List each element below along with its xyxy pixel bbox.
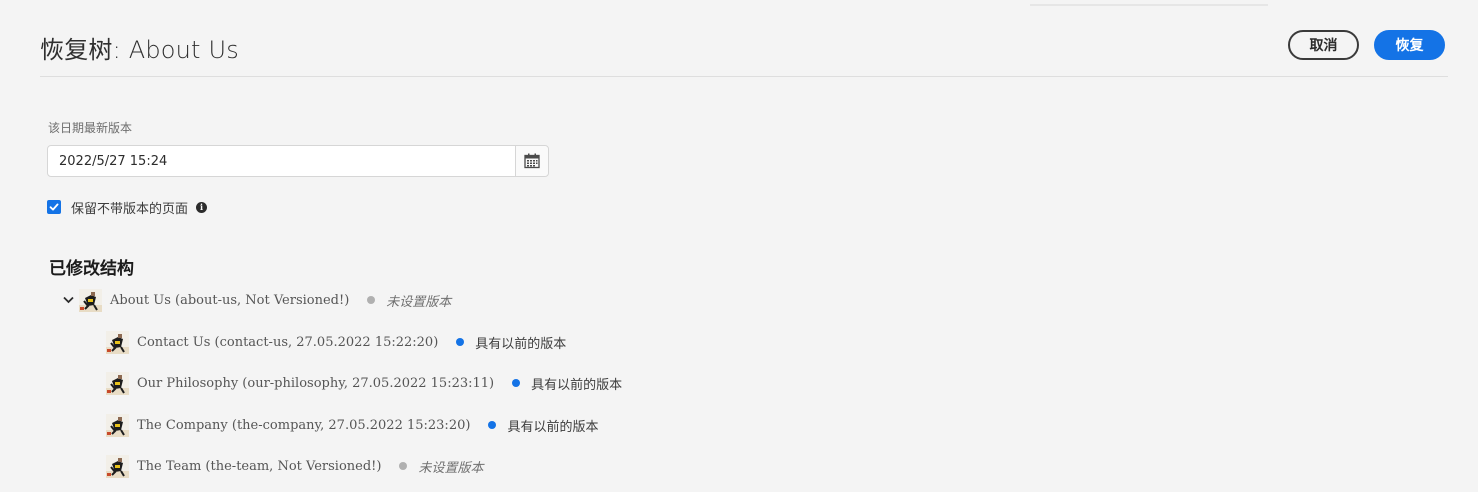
preserve-unversioned-row: 保留不带版本的页面 i xyxy=(47,197,208,217)
info-icon[interactable]: i xyxy=(196,201,208,213)
calendar-icon xyxy=(524,153,540,169)
status-label: 具有以前的版本 xyxy=(475,336,567,352)
page-thumbnail-icon xyxy=(106,371,129,395)
status-label: 具有以前的版本 xyxy=(531,377,623,393)
tree-node-contact-us[interactable]: Contact Us (contact-us, 27.05.2022 15:22… xyxy=(106,330,566,354)
modified-structure-heading: 已修改结构 xyxy=(49,259,134,279)
page-thumbnail-icon xyxy=(106,413,129,437)
status-dot xyxy=(456,338,465,346)
cancel-button[interactable]: 取消 xyxy=(1288,30,1359,60)
status-dot xyxy=(512,379,521,387)
page-title: 恢复树: About Us xyxy=(40,36,239,64)
status-dot xyxy=(399,462,408,470)
tree-node-the-company[interactable]: The Company (the-company, 27.05.2022 15:… xyxy=(106,413,598,437)
page-thumbnail-icon xyxy=(106,454,129,478)
tree-node-our-philosophy[interactable]: Our Philosophy (our-philosophy, 27.05.20… xyxy=(106,371,622,395)
page-thumbnail-icon xyxy=(79,288,102,312)
top-bar-edge xyxy=(1030,4,1268,6)
tree-node-about-us[interactable]: About Us (about-us, Not Versioned!) 未设置版… xyxy=(62,288,451,312)
preserve-unversioned-checkbox[interactable] xyxy=(47,200,61,214)
tree-node-the-team[interactable]: The Team (the-team, Not Versioned!) 未设置版… xyxy=(106,454,483,478)
chevron-down-icon[interactable] xyxy=(62,294,74,306)
status-dot xyxy=(488,421,497,429)
status-dot xyxy=(367,296,376,304)
page-header: 恢复树: About Us 取消 恢复 xyxy=(40,22,1448,77)
tree-node-label[interactable]: Our Philosophy (our-philosophy, 27.05.20… xyxy=(137,376,494,391)
tree-node-label[interactable]: Contact Us (contact-us, 27.05.2022 15:22… xyxy=(137,335,438,350)
date-input[interactable] xyxy=(48,146,516,176)
page-thumbnail-icon xyxy=(106,330,129,354)
checkmark-icon xyxy=(49,203,59,211)
date-field-label: 该日期最新版本 xyxy=(48,121,133,135)
status-label: 未设置版本 xyxy=(418,460,484,476)
status-label: 未设置版本 xyxy=(386,294,452,310)
calendar-button[interactable] xyxy=(515,146,548,176)
tree-node-label[interactable]: The Company (the-company, 27.05.2022 15:… xyxy=(137,418,470,433)
date-picker xyxy=(47,145,549,177)
status-label: 具有以前的版本 xyxy=(507,419,599,435)
checkbox-label[interactable]: 保留不带版本的页面 xyxy=(71,198,188,217)
tree-node-label[interactable]: The Team (the-team, Not Versioned!) xyxy=(137,459,381,474)
tree-node-label[interactable]: About Us (about-us, Not Versioned!) xyxy=(110,293,349,308)
restore-button[interactable]: 恢复 xyxy=(1374,30,1445,60)
